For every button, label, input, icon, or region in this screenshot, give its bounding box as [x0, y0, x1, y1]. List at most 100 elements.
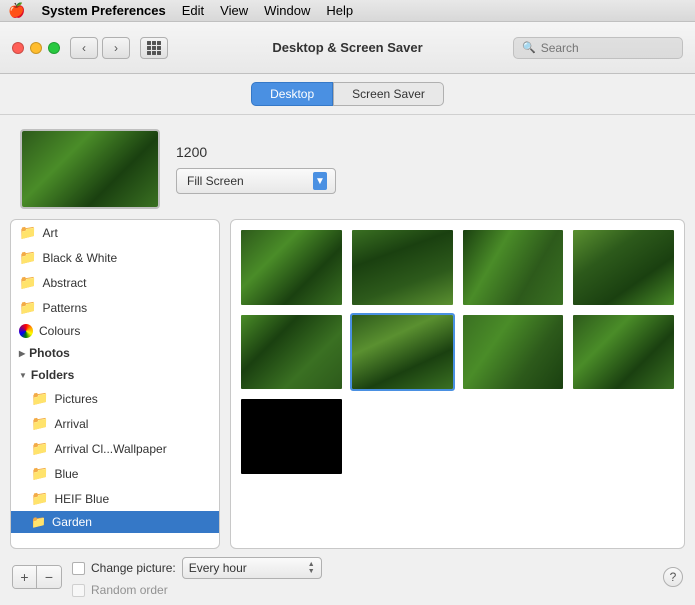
folder-icon: 📁	[31, 490, 48, 507]
sidebar-item-arrival-wallpaper[interactable]: 📁 Arrival Cl...Wallpaper	[11, 436, 219, 461]
colours-icon	[19, 324, 33, 338]
back-button[interactable]: ‹	[70, 37, 98, 59]
tab-screen-saver[interactable]: Screen Saver	[333, 82, 444, 106]
change-picture-checkbox[interactable]	[72, 562, 85, 575]
sidebar-item-label: Arrival Cl...Wallpaper	[54, 442, 166, 456]
folders-label: Folders	[31, 368, 74, 382]
triangle-icon: ▼	[19, 371, 27, 380]
sidebar-item-heif-blue[interactable]: 📁 HEIF Blue	[11, 486, 219, 511]
random-order-checkbox[interactable]	[72, 584, 85, 597]
photo-image-1	[241, 230, 342, 305]
search-icon: 🔍	[522, 41, 536, 54]
sidebar-item-pictures[interactable]: 📁 Pictures	[11, 386, 219, 411]
sidebar-item-label: Pictures	[54, 392, 97, 406]
triangle-icon: ▶	[19, 349, 25, 358]
apple-menu[interactable]: 🍎	[8, 2, 25, 19]
close-button[interactable]	[12, 42, 24, 54]
sidebar-item-label: Art	[42, 226, 57, 240]
random-order-label: Random order	[91, 583, 168, 597]
search-box[interactable]: 🔍	[513, 37, 683, 59]
tabs-bar: Desktop Screen Saver	[0, 74, 695, 115]
folder-icon: 📁	[31, 465, 48, 482]
sidebar-item-label: Colours	[39, 324, 80, 338]
sidebar-item-label: Arrival	[54, 417, 88, 431]
sidebar-item-arrival[interactable]: 📁 Arrival	[11, 411, 219, 436]
folder-icon: 📁	[31, 415, 48, 432]
sidebar-item-black-white[interactable]: 📁 Black & White	[11, 245, 219, 270]
add-remove-buttons: + −	[12, 565, 62, 589]
sidebar-item-abstract[interactable]: 📁 Abstract	[11, 270, 219, 295]
chevron-down-icon: ▼	[315, 176, 325, 187]
photo-image-3	[463, 230, 564, 305]
bottom-bar: + − Change picture: Every hour ▲ ▼ Rando…	[0, 549, 695, 605]
minimize-button[interactable]	[30, 42, 42, 54]
menubar: 🍎 System Preferences Edit View Window He…	[0, 0, 695, 22]
photo-thumb-8[interactable]	[571, 313, 676, 392]
photo-image-2	[352, 230, 453, 305]
sidebar-photos-section[interactable]: ▶ Photos	[11, 342, 219, 364]
sidebar-item-label: HEIF Blue	[54, 492, 109, 506]
interval-stepper: ▲ ▼	[308, 561, 315, 575]
sidebar-item-colours[interactable]: Colours	[11, 320, 219, 342]
sidebar-item-art[interactable]: 📁 Art	[11, 220, 219, 245]
sidebar-folders-section[interactable]: ▼ Folders	[11, 364, 219, 386]
sidebar-item-label: Black & White	[42, 251, 117, 265]
preview-section: 1200 Fill Screen ▼	[0, 115, 695, 219]
random-order-row: Random order	[72, 583, 653, 597]
window-title: Desktop & Screen Saver	[272, 40, 422, 55]
down-arrow-icon: ▼	[308, 568, 315, 575]
sidebar-item-blue[interactable]: 📁 Blue	[11, 461, 219, 486]
sidebar-item-garden[interactable]: 📁 Garden	[11, 511, 219, 533]
photo-thumb-2[interactable]	[350, 228, 455, 307]
photo-thumb-1[interactable]	[239, 228, 344, 307]
remove-folder-button[interactable]: −	[37, 566, 61, 588]
photo-thumb-3[interactable]	[461, 228, 566, 307]
photo-image-6	[352, 315, 453, 390]
folder-icon: 📁	[19, 224, 36, 241]
photo-thumb-9[interactable]	[239, 397, 344, 476]
change-picture-section: Change picture: Every hour ▲ ▼ Random or…	[72, 557, 653, 597]
photo-image-7	[463, 315, 564, 390]
sidebar-item-patterns[interactable]: 📁 Patterns	[11, 295, 219, 320]
up-arrow-icon: ▲	[308, 561, 315, 568]
photos-label: Photos	[29, 346, 70, 360]
preview-info: 1200 Fill Screen ▼	[176, 144, 336, 194]
menu-edit[interactable]: Edit	[182, 3, 204, 18]
photo-thumb-4[interactable]	[571, 228, 676, 307]
tab-desktop[interactable]: Desktop	[251, 82, 333, 106]
interval-value: Every hour	[189, 561, 304, 575]
grid-view-button[interactable]	[140, 37, 168, 59]
forward-button[interactable]: ›	[102, 37, 130, 59]
maximize-button[interactable]	[48, 42, 60, 54]
main-content: 1200 Fill Screen ▼ 📁 Art 📁 Black & White…	[0, 115, 695, 605]
menu-window[interactable]: Window	[264, 3, 310, 18]
folder-icon: 📁	[19, 299, 36, 316]
sidebar-item-label: Abstract	[42, 276, 86, 290]
app-name[interactable]: System Preferences	[41, 3, 165, 18]
menu-view[interactable]: View	[220, 3, 248, 18]
change-picture-row: Change picture: Every hour ▲ ▼	[72, 557, 653, 579]
photo-thumb-7[interactable]	[461, 313, 566, 392]
photo-image-5	[241, 315, 342, 390]
help-button[interactable]: ?	[663, 567, 683, 587]
photo-thumb-6[interactable]	[350, 313, 455, 392]
preview-number: 1200	[176, 144, 336, 160]
fill-screen-select[interactable]: Fill Screen ▼	[176, 168, 336, 194]
photo-thumb-5[interactable]	[239, 313, 344, 392]
titlebar: ‹ › Desktop & Screen Saver 🔍	[0, 22, 695, 74]
fill-screen-arrow: ▼	[313, 172, 327, 190]
search-input[interactable]	[541, 41, 671, 55]
sidebar: 📁 Art 📁 Black & White 📁 Abstract 📁 Patte…	[10, 219, 220, 549]
folder-icon: 📁	[31, 390, 48, 407]
photo-image-8	[573, 315, 674, 390]
folder-icon: 📁	[19, 274, 36, 291]
preview-thumbnail	[20, 129, 160, 209]
photo-image-9	[241, 399, 342, 474]
add-folder-button[interactable]: +	[13, 566, 37, 588]
photo-grid	[230, 219, 685, 549]
folder-icon: 📁	[19, 249, 36, 266]
interval-select[interactable]: Every hour ▲ ▼	[182, 557, 322, 579]
nav-buttons: ‹ ›	[70, 37, 130, 59]
menu-help[interactable]: Help	[326, 3, 353, 18]
sidebar-item-label: Blue	[54, 467, 78, 481]
